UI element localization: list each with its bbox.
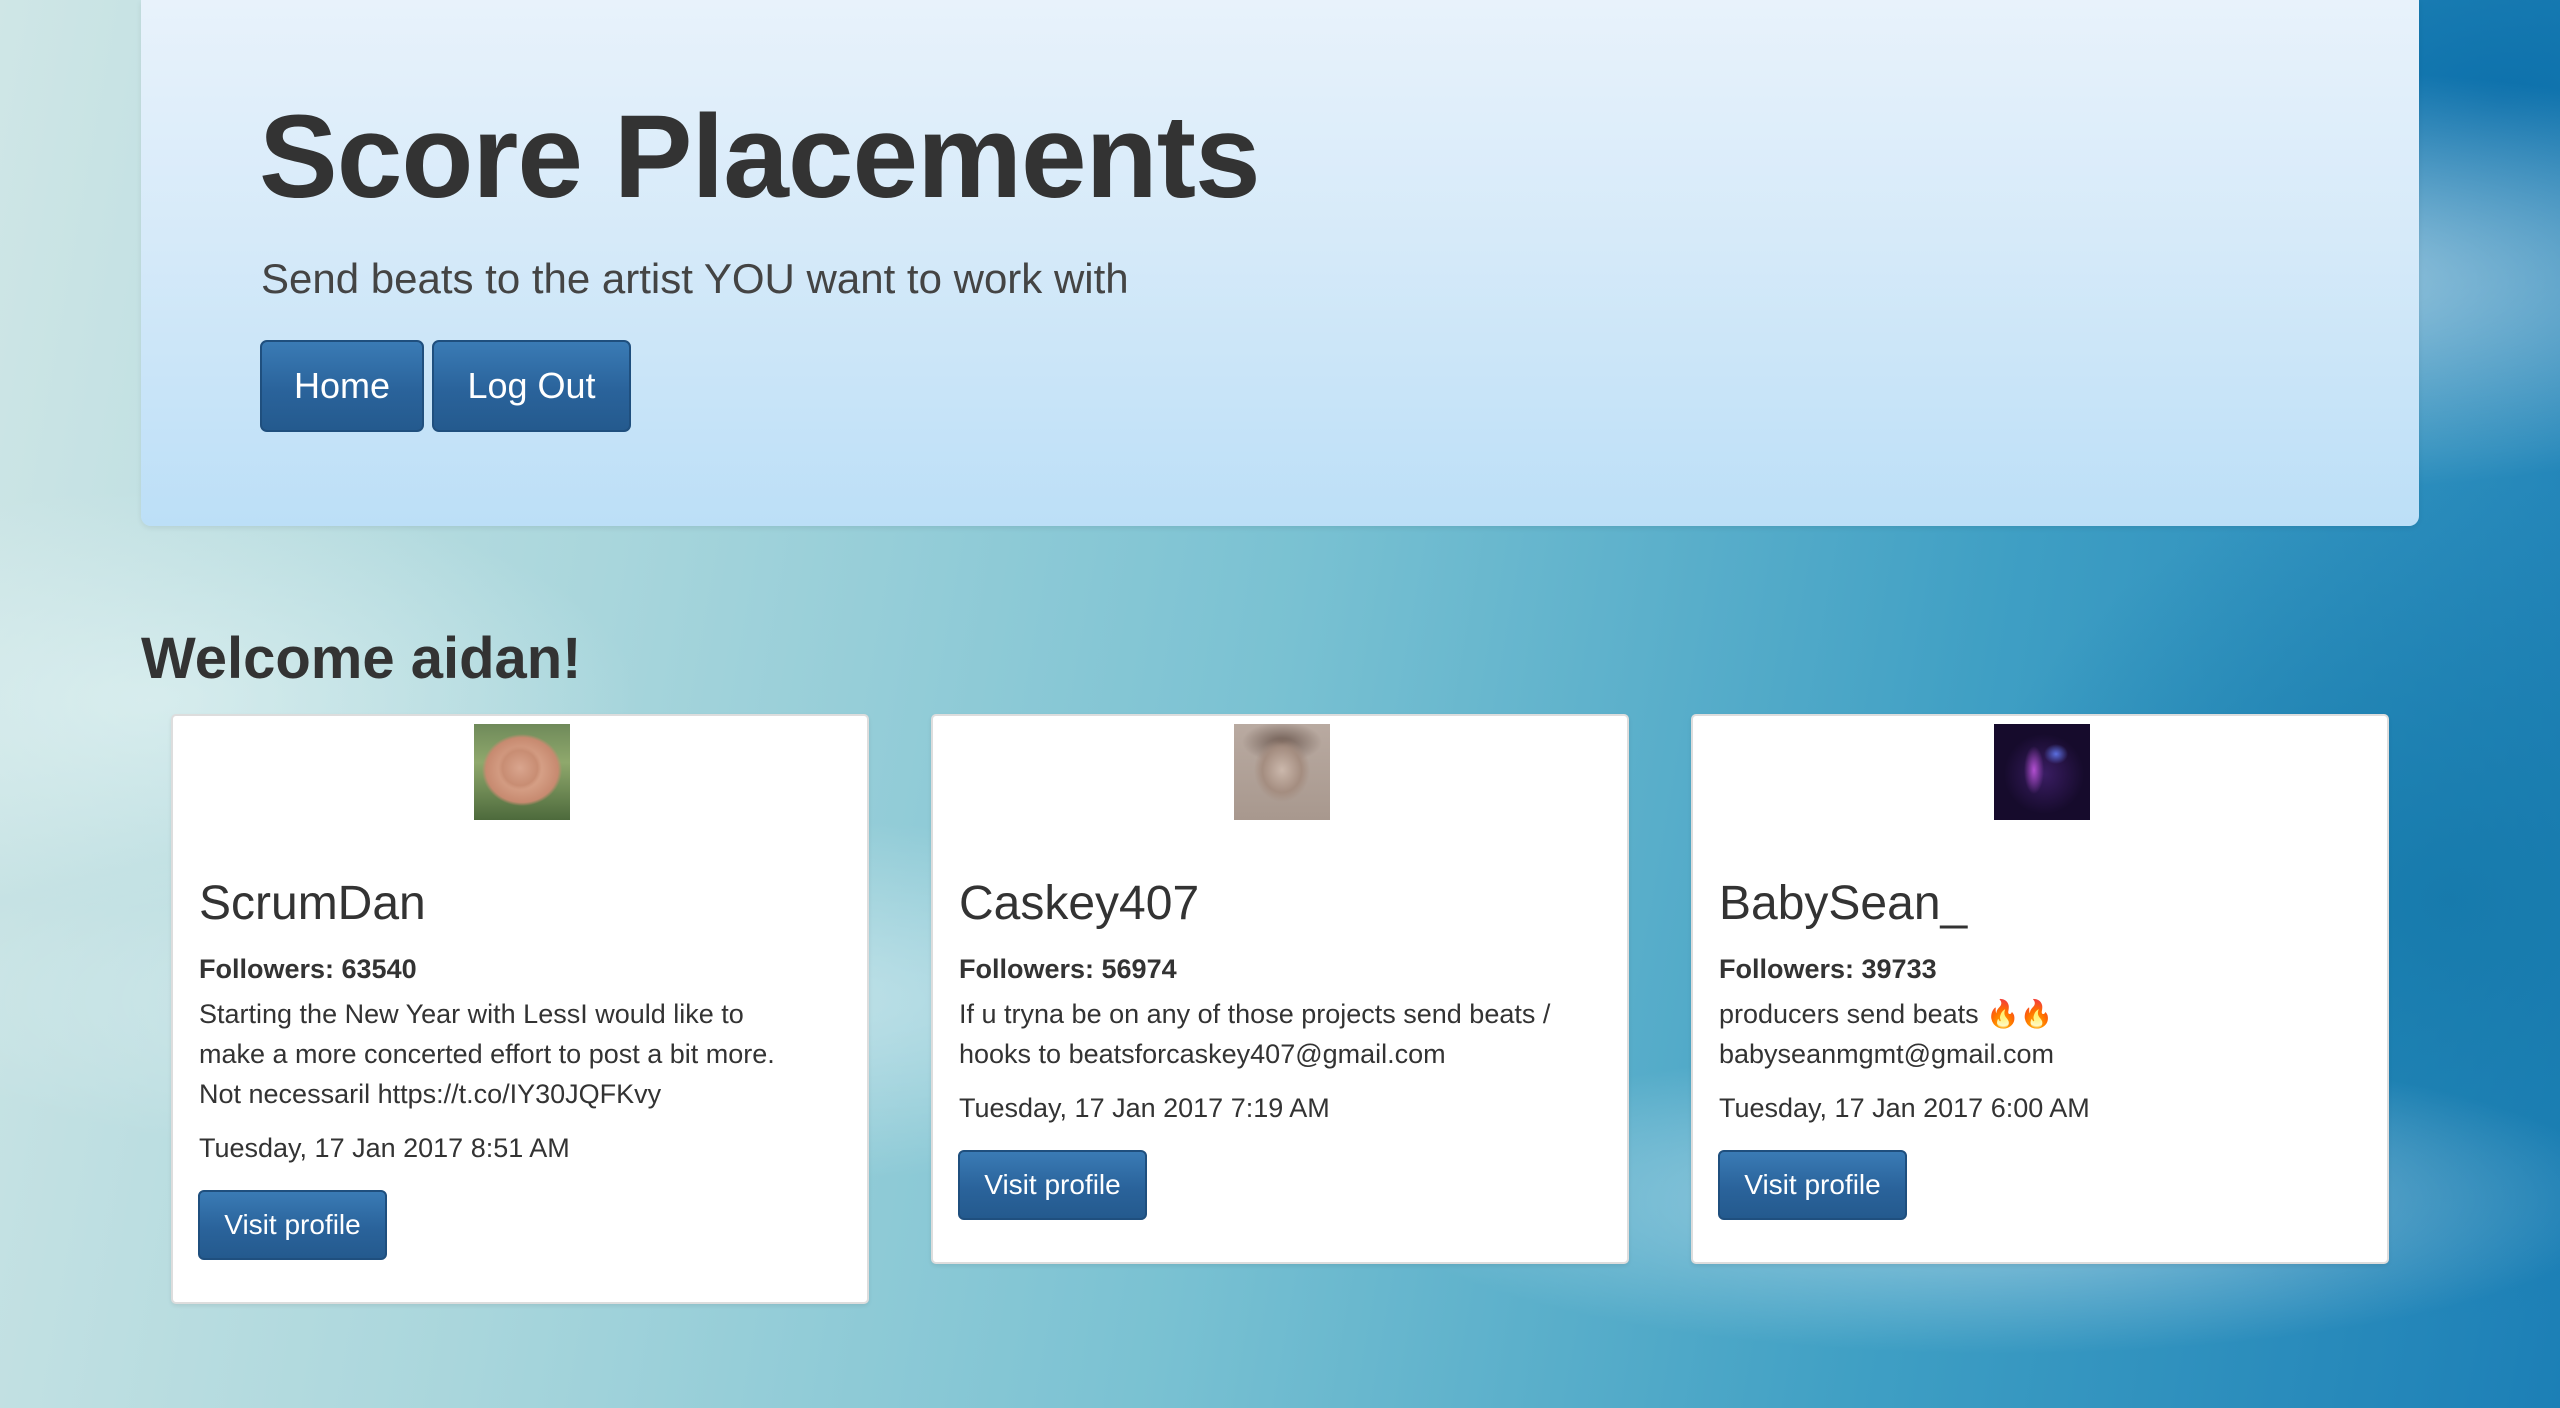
post-timestamp: Tuesday, 17 Jan 2017 6:00 AM — [1719, 1093, 2090, 1123]
visit-profile-button[interactable]: Visit profile — [198, 1190, 387, 1260]
home-button[interactable]: Home — [260, 340, 424, 432]
followers-count: Followers: 39733 — [1719, 954, 1937, 984]
bio-line: producers send beats 🔥🔥 — [1719, 999, 2054, 1029]
artist-name: BabySean_ — [1719, 877, 1968, 930]
avatar — [474, 724, 570, 820]
avatar — [1994, 724, 2090, 820]
page-subtitle: Send beats to the artist YOU want to wor… — [261, 255, 1129, 302]
artist-card-scrumdan: ScrumDan Followers: 63540 Starting the N… — [171, 714, 869, 1304]
bio-line: make a more concerted effort to post a b… — [199, 1039, 775, 1069]
bio-line: babyseanmgmt@gmail.com — [1719, 1039, 2055, 1069]
hero-banner: Score Placements Send beats to the artis… — [141, 0, 2419, 526]
avatar — [1234, 724, 1330, 820]
artist-bio: producers send beats 🔥🔥 babyseanmgmt@gma… — [1719, 994, 2369, 1074]
artist-name: Caskey407 — [959, 877, 1200, 930]
artist-card-babysean: BabySean_ Followers: 39733 producers sen… — [1691, 714, 2389, 1264]
logout-button[interactable]: Log Out — [432, 340, 631, 432]
bio-line: Not necessaril https://t.co/IY30JQFKvy — [199, 1079, 662, 1109]
page-title: Score Placements — [259, 91, 1261, 223]
visit-profile-button[interactable]: Visit profile — [958, 1150, 1147, 1220]
bio-line: If u tryna be on any of those projects s… — [959, 999, 1551, 1029]
post-timestamp: Tuesday, 17 Jan 2017 7:19 AM — [959, 1093, 1330, 1123]
bio-line: Starting the New Year with LessI would l… — [199, 999, 744, 1029]
followers-count: Followers: 56974 — [959, 954, 1177, 984]
bio-line: hooks to beatsforcaskey407@gmail.com — [959, 1039, 1446, 1069]
welcome-heading: Welcome aidan! — [141, 626, 582, 691]
followers-count: Followers: 63540 — [199, 954, 417, 984]
artist-card-caskey407: Caskey407 Followers: 56974 If u tryna be… — [931, 714, 1629, 1264]
post-timestamp: Tuesday, 17 Jan 2017 8:51 AM — [199, 1133, 570, 1163]
visit-profile-button[interactable]: Visit profile — [1718, 1150, 1907, 1220]
artist-bio: Starting the New Year with LessI would l… — [199, 994, 849, 1114]
artist-bio: If u tryna be on any of those projects s… — [959, 994, 1609, 1074]
artist-name: ScrumDan — [199, 877, 426, 930]
